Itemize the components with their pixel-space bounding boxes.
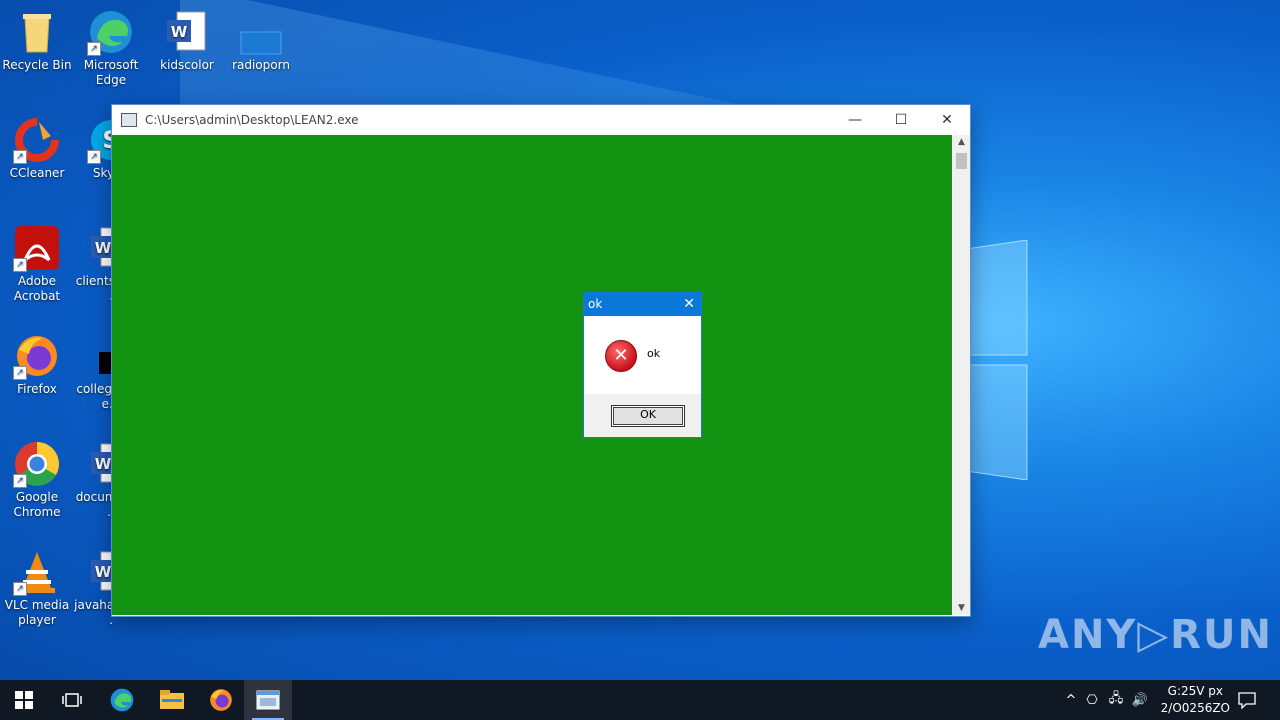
taskbar: ^ ⎔ 🖧 🔊 G:25V px 2/O0256ZO: [0, 680, 1280, 720]
error-icon: ✕: [605, 340, 637, 372]
shortcut-arrow-icon: ↗: [13, 366, 27, 380]
app-client-area: [112, 135, 952, 615]
anyrun-watermark: ANY▷RUN: [1038, 612, 1273, 658]
shortcut-arrow-icon: ↗: [13, 150, 27, 164]
shortcut-arrow-icon: ↗: [13, 474, 27, 488]
vlc-desktop-icon[interactable]: ↗ VLC media player: [0, 548, 74, 628]
shortcut-arrow-icon: ↗: [13, 258, 27, 272]
microsoft-edge-desktop-icon[interactable]: ↗ Microsoft Edge: [74, 8, 148, 88]
dialog-body: ✕ ok: [584, 316, 701, 394]
chrome-icon: ↗: [13, 440, 61, 488]
close-button[interactable]: ✕: [924, 105, 970, 135]
blue-file-icon: [237, 8, 285, 56]
network-icon[interactable]: 🖧: [1104, 689, 1128, 711]
app-window-title: C:\Users\admin\Desktop\LEAN2.exe: [145, 113, 359, 127]
tray-meet-icon[interactable]: ⎔: [1080, 693, 1104, 708]
ok-button[interactable]: OK: [611, 405, 685, 427]
firefox-icon: ↗: [13, 332, 61, 380]
taskbar-file-explorer-button[interactable]: [148, 680, 196, 720]
message-dialog[interactable]: ok ✕ ✕ ok OK: [583, 292, 702, 438]
svg-text:W: W: [95, 455, 112, 473]
scroll-down-arrow-icon[interactable]: ▼: [953, 601, 970, 615]
taskbar-lean2-button[interactable]: [244, 680, 292, 720]
system-tray: ^ ⎔ 🖧 🔊: [1062, 680, 1152, 720]
file-explorer-icon: [160, 690, 184, 709]
notifications-button[interactable]: [1224, 680, 1270, 720]
dialog-titlebar[interactable]: ok ✕: [584, 293, 701, 316]
task-view-button[interactable]: [48, 680, 96, 720]
clock-time: G:25V px: [1167, 684, 1224, 698]
radioporn-desktop-icon[interactable]: radioporn: [224, 8, 298, 73]
dialog-close-button[interactable]: ✕: [683, 293, 695, 316]
svg-text:W: W: [95, 563, 112, 581]
dialog-title: ok: [588, 297, 603, 311]
taskbar-clock[interactable]: G:25V px 2/O0256ZO: [1161, 683, 1230, 717]
dialog-message: ok: [647, 347, 661, 360]
vlc-cone-icon: ↗: [13, 548, 61, 596]
scrollbar-thumb[interactable]: [956, 153, 967, 169]
recycle-bin-icon: [13, 8, 61, 56]
shortcut-arrow-icon: ↗: [13, 582, 27, 596]
svg-text:W: W: [171, 23, 188, 41]
vertical-scrollbar[interactable]: ▲ ▼: [953, 135, 970, 615]
task-view-icon: [62, 693, 82, 707]
recycle-bin-desktop-icon[interactable]: Recycle Bin: [0, 8, 74, 73]
lean2-app-window[interactable]: C:\Users\admin\Desktop\LEAN2.exe — ☐ ✕ ▲…: [111, 104, 971, 617]
shortcut-arrow-icon: ↗: [87, 42, 101, 56]
notification-center-icon: [1238, 692, 1256, 709]
adobe-acrobat-icon: ↗: [13, 224, 61, 272]
app-titlebar[interactable]: C:\Users\admin\Desktop\LEAN2.exe — ☐ ✕: [112, 105, 970, 135]
clock-date: 2/O0256ZO: [1160, 701, 1230, 715]
adobe-acrobat-desktop-icon[interactable]: ↗ Adobe Acrobat: [0, 224, 74, 304]
google-chrome-desktop-icon[interactable]: ↗ Google Chrome: [0, 440, 74, 520]
maximize-button[interactable]: ☐: [878, 105, 924, 135]
scroll-up-arrow-icon[interactable]: ▲: [953, 135, 970, 149]
edge-icon: ↗: [87, 8, 135, 56]
shortcut-arrow-icon: ↗: [87, 150, 101, 164]
firefox-icon: [210, 689, 232, 711]
volume-icon[interactable]: 🔊: [1128, 693, 1152, 708]
windows-start-button[interactable]: [0, 680, 48, 720]
taskbar-firefox-button[interactable]: [197, 680, 245, 720]
windows-start-icon: [15, 691, 33, 709]
tray-chevron-icon[interactable]: ^: [1062, 693, 1080, 708]
app-window-icon: [256, 690, 280, 710]
firefox-desktop-icon[interactable]: ↗ Firefox: [0, 332, 74, 397]
ccleaner-icon: ↗: [13, 116, 61, 164]
app-window-icon: [121, 113, 137, 127]
svg-text:W: W: [95, 239, 112, 257]
ccleaner-desktop-icon[interactable]: ↗ CCleaner: [0, 116, 74, 181]
taskbar-edge-button[interactable]: [98, 680, 146, 720]
kidscolor-desktop-icon[interactable]: W kidscolor: [150, 8, 224, 73]
minimize-button[interactable]: —: [832, 105, 878, 135]
edge-icon: [110, 688, 134, 712]
word-document-icon: W: [163, 8, 211, 56]
